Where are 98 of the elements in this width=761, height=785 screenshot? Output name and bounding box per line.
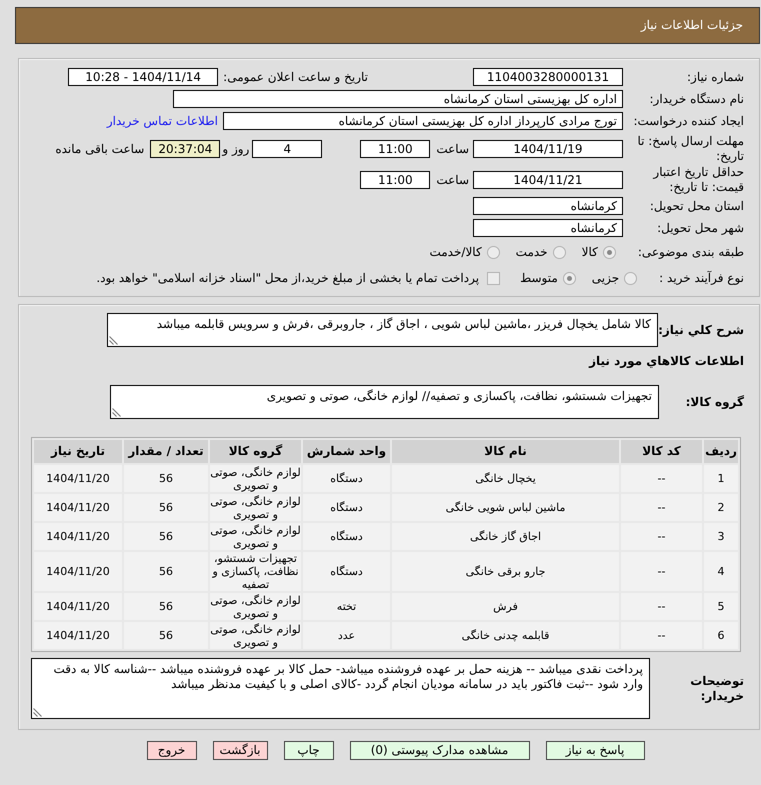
table-cell: جارو برقی خانگی [392, 552, 619, 591]
buyer-notes-field[interactable]: پرداخت نقدی میباشد -- هزینه حمل بر عهده فروشنده میباشد- حمل کالا بر عهده فروشنده میباشد --شناسه کالا به دقت وارد شود --ثبت فاکتور باید در سامانه مودیان انجام گردد -کالای اصلی و با کیفیت مدنظر میباشد [31, 658, 650, 719]
table-cell: 56 [124, 465, 208, 492]
city-field[interactable]: کرمانشاه [473, 219, 623, 237]
field-label: استان محل تحویل: [650, 198, 744, 214]
field-label: گروه کالا: [686, 394, 744, 410]
field-label: توضیحات خریدار: [689, 674, 744, 704]
table-cell: لوازم خانگی، صوتی و تصویری [210, 593, 301, 620]
table-cell: دستگاه [303, 523, 390, 550]
field-label: نوع فرآیند خرید : [659, 270, 744, 286]
table-cell: 56 [124, 523, 208, 550]
table-cell: -- [621, 494, 702, 521]
province-field[interactable]: کرمانشاه [473, 197, 623, 215]
table-cell: 2 [704, 494, 738, 521]
field-label: تاریخ و ساعت اعلان عمومی: [223, 70, 368, 84]
table-cell: تجهیزات شستشو، نظافت، پاکسازی و تصفیه [210, 552, 301, 591]
column-header: نام کالا [392, 440, 619, 463]
table-cell: اجاق گاز خانگی [392, 523, 619, 550]
table-cell: لوازم خانگی، صوتی و تصویری [210, 523, 301, 550]
option-label: خدمت [516, 244, 548, 260]
resize-grip-icon[interactable] [33, 708, 42, 717]
buyer-organization-field[interactable]: اداره کل بهزیستی استان کرمانشاه [173, 90, 623, 108]
field-label: ساعت باقی مانده [55, 142, 144, 156]
table-cell: فرش [392, 593, 619, 620]
goods-group-field[interactable]: تجهیزات شستشو، نظافت، پاکسازی و تصفیه// لوازم خانگی، صوتی و تصویری [110, 385, 659, 419]
validity-date-field[interactable]: 1404/11/21 [473, 171, 623, 189]
table-cell: قابلمه چدنی خانگی [392, 622, 619, 649]
table-cell: تخته [303, 593, 390, 620]
buyer-contact-link[interactable]: اطلاعات تماس خریدار [106, 114, 218, 128]
table-cell: 1404/11/20 [34, 552, 122, 591]
table-cell: 56 [124, 494, 208, 521]
days-field[interactable]: 4 [252, 140, 322, 158]
table-cell: 5 [704, 593, 738, 620]
resize-grip-icon[interactable] [112, 408, 121, 417]
table-cell: عدد [303, 622, 390, 649]
checkbox-label: پرداخت تمام یا بخشی از مبلغ خرید،از محل "اسناد خزانه اسلامی" خواهد بود. [96, 270, 480, 286]
action-button[interactable]: خروج [146, 741, 196, 760]
section-heading: اطلاعات کالاهاي مورد نیاز [589, 354, 744, 369]
table-cell: 1404/11/20 [34, 494, 122, 521]
table-cell: 56 [124, 593, 208, 620]
table-cell: -- [621, 465, 702, 492]
field-label: شرح کلي نیاز: [658, 322, 744, 338]
field-label: ساعت [436, 172, 469, 188]
field-label: ایجاد کننده درخواست: [633, 114, 744, 128]
field-label: شماره نیاز: [687, 70, 744, 84]
table-cell: -- [621, 552, 702, 591]
action-button[interactable]: مشاهده مدارک پیوستی (0) [350, 741, 530, 760]
table-cell: 1 [704, 465, 738, 492]
table-cell: ماشین لباس شویی خانگی [392, 494, 619, 521]
field-label: طبقه بندی موضوعی: [638, 244, 744, 260]
field-label: نام دستگاه خریدار: [650, 92, 744, 106]
table-cell: یخچال خانگی [392, 465, 619, 492]
table-cell: -- [621, 523, 702, 550]
table-cell: 56 [124, 622, 208, 649]
field-label: ساعت [436, 142, 469, 156]
deadline-date-field[interactable]: 1404/11/19 [473, 140, 623, 158]
column-header: ردیف [704, 440, 738, 463]
table-cell: 6 [704, 622, 738, 649]
column-header: کد کالا [621, 440, 702, 463]
table-cell: لوازم خانگی، صوتی و تصویری [210, 494, 301, 521]
table-cell: دستگاه [303, 494, 390, 521]
page-title: جزئیات اطلاعات نیاز [640, 18, 743, 33]
deadline-time-field[interactable]: 11:00 [360, 140, 430, 158]
option-label: کالا [582, 244, 598, 260]
need-summary-field[interactable]: کالا شامل یخچال فریزر ،ماشین لباس شویی ، اجاق گاز ، جاروبرقی ،فرش و سرویس قابلمه میباشد [107, 313, 658, 347]
table-cell: -- [621, 622, 702, 649]
column-header: واحد شمارش [303, 440, 390, 463]
table-cell: دستگاه [303, 465, 390, 492]
announcement-date-field[interactable]: 1404/11/14 - 10:28 [68, 68, 218, 86]
column-header: تعداد / مقدار [124, 440, 208, 463]
option-label: جزیی [592, 270, 620, 286]
table-cell: لوازم خانگی، صوتی و تصویری [210, 465, 301, 492]
field-label: حداقل تاریخ اعتبار قیمت: تا تاریخ: [652, 165, 744, 195]
resize-grip-icon[interactable] [109, 336, 118, 345]
table-cell: 1404/11/20 [34, 593, 122, 620]
column-header: تاریخ نیاز [34, 440, 122, 463]
table-cell: 1404/11/20 [34, 465, 122, 492]
action-button[interactable]: چاپ [284, 741, 334, 760]
action-button[interactable]: پاسخ به نیاز [546, 741, 644, 760]
table-cell: 4 [704, 552, 738, 591]
need-number-field[interactable]: 1104003280000131 [473, 68, 623, 86]
field-label: روز و [222, 142, 250, 156]
table-cell: 3 [704, 523, 738, 550]
option-label: کالا/خدمت [429, 244, 482, 260]
action-button[interactable]: بازگشت [212, 741, 268, 760]
table-cell: -- [621, 593, 702, 620]
table-cell: لوازم خانگی، صوتی و تصویری [210, 622, 301, 649]
table-cell: 1404/11/20 [34, 622, 122, 649]
remaining-time-field[interactable]: 20:37:04 [150, 140, 220, 158]
field-label: شهر محل تحویل: [657, 220, 744, 236]
requester-field[interactable]: تورج مرادی کارپرداز اداره کل بهزیستی استان کرمانشاه [223, 112, 623, 130]
table-cell: 1404/11/20 [34, 523, 122, 550]
field-label: مهلت ارسال پاسخ: تا تاریخ: [636, 134, 744, 164]
validity-time-field[interactable]: 11:00 [360, 171, 430, 189]
table-cell: 56 [124, 552, 208, 591]
option-label: متوسط [520, 270, 558, 286]
column-header: گروه کالا [210, 440, 301, 463]
table-cell: دستگاه [303, 552, 390, 591]
